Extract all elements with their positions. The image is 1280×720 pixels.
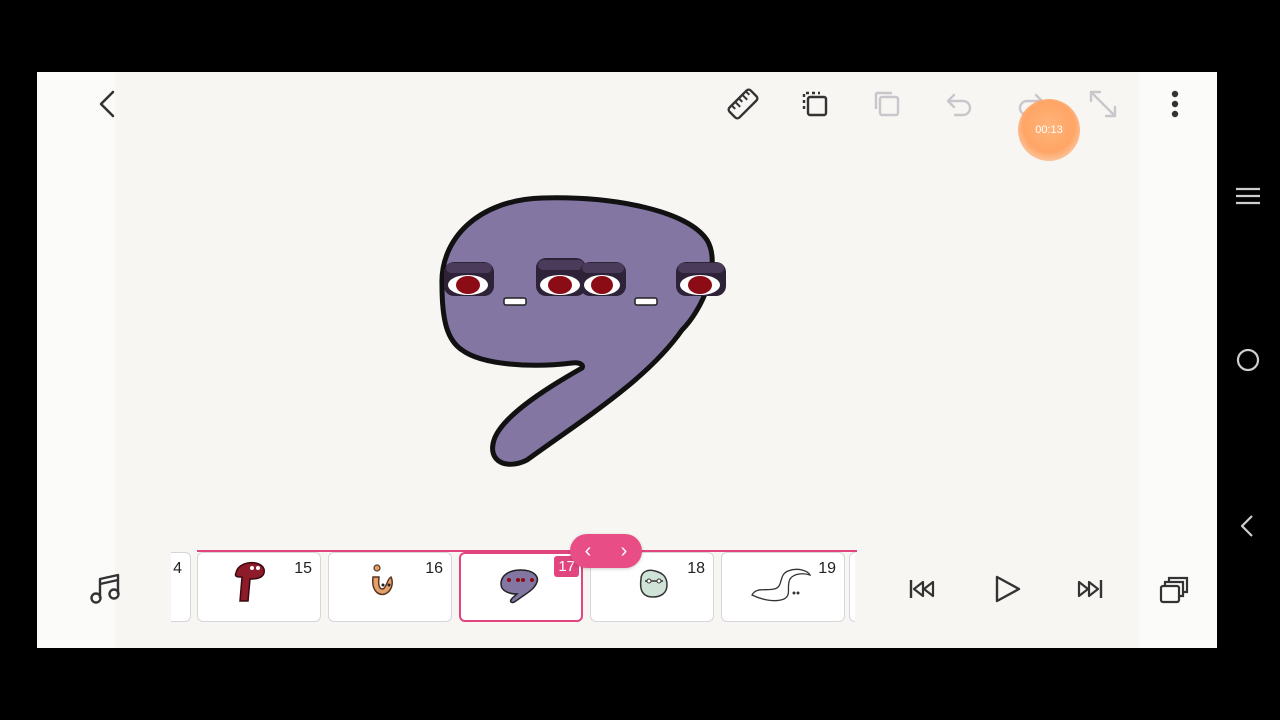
expand-icon bbox=[1089, 90, 1117, 118]
skip-last-icon bbox=[1077, 580, 1103, 598]
ruler-button[interactable] bbox=[723, 84, 763, 124]
frame-number: 4 bbox=[173, 560, 182, 577]
paste-button[interactable] bbox=[867, 84, 907, 124]
expand-button[interactable] bbox=[1083, 84, 1123, 124]
frame-thumbnail[interactable]: 15 bbox=[197, 552, 321, 622]
system-home-button[interactable] bbox=[1232, 344, 1264, 376]
frame-thumbnail[interactable] bbox=[849, 552, 855, 622]
more-icon bbox=[1171, 90, 1179, 118]
system-back-icon bbox=[1240, 515, 1253, 537]
paste-icon bbox=[874, 91, 900, 117]
back-button[interactable] bbox=[89, 84, 129, 124]
recording-timer: 00:13 bbox=[1018, 99, 1080, 161]
frame-number: 19 bbox=[818, 560, 836, 577]
skip-to-first-button[interactable] bbox=[903, 570, 941, 608]
next-frame-arrow[interactable]: › bbox=[615, 540, 634, 563]
play-button[interactable] bbox=[987, 570, 1025, 608]
frame-number: 16 bbox=[425, 560, 443, 577]
frame-filmstrip[interactable]: 4 15 16 17 18 19 bbox=[171, 552, 855, 624]
frame-thumbnail[interactable]: 4 bbox=[171, 552, 191, 622]
eyes bbox=[444, 258, 726, 296]
home-icon bbox=[1236, 348, 1260, 372]
frame-number: 15 bbox=[294, 560, 312, 577]
layers-button[interactable] bbox=[1155, 570, 1193, 608]
undo-button[interactable] bbox=[939, 84, 979, 124]
music-icon bbox=[90, 573, 120, 604]
music-button[interactable] bbox=[87, 570, 125, 608]
frame-thumbnail[interactable]: 16 bbox=[328, 552, 452, 622]
more-options-button[interactable] bbox=[1155, 84, 1195, 124]
copy-icon bbox=[802, 91, 828, 117]
play-icon bbox=[995, 575, 1021, 603]
ruler-icon bbox=[727, 88, 759, 120]
layers-icon bbox=[1159, 576, 1189, 604]
frame-nav-pill[interactable]: ‹ › bbox=[570, 534, 642, 568]
prev-frame-arrow[interactable]: ‹ bbox=[579, 540, 598, 563]
animation-editor: 00:13 4 15 16 17 18 19 ‹ › bbox=[37, 72, 1217, 648]
skip-first-icon bbox=[909, 580, 935, 598]
undo-icon bbox=[946, 93, 972, 117]
frame-number: 18 bbox=[687, 560, 705, 577]
back-icon bbox=[99, 90, 115, 118]
frame-thumbnail[interactable]: 19 bbox=[721, 552, 845, 622]
character-drawing bbox=[439, 195, 726, 467]
skip-to-last-button[interactable] bbox=[1071, 570, 1109, 608]
system-menu-button[interactable] bbox=[1232, 180, 1264, 212]
copy-button[interactable] bbox=[795, 84, 835, 124]
menu-icon bbox=[1236, 187, 1260, 205]
frame-thumbnail-active[interactable]: 17 bbox=[459, 552, 583, 622]
system-back-button[interactable] bbox=[1232, 510, 1264, 542]
